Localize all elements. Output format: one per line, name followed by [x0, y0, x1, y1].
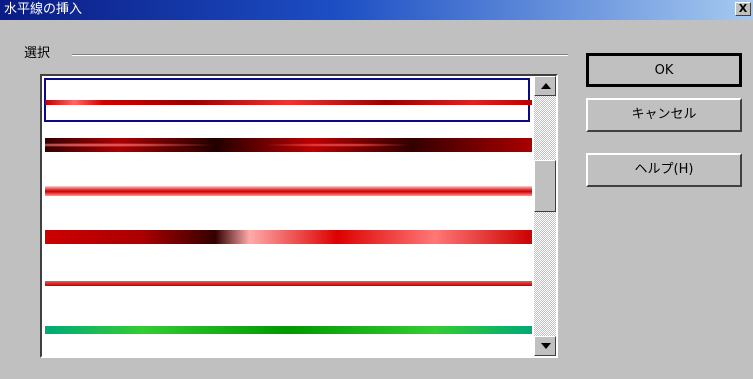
scrollbar-thumb[interactable]	[534, 160, 556, 212]
horizontal-line-list[interactable]	[40, 74, 558, 358]
vertical-scrollbar[interactable]	[534, 76, 556, 356]
list-item-pink-red-line[interactable]	[45, 186, 532, 196]
close-button[interactable]: X	[735, 2, 751, 16]
ok-button[interactable]: OK	[586, 53, 742, 87]
arrow-down-icon	[541, 343, 551, 349]
group-divider	[72, 54, 568, 56]
window-title: 水平線の挿入	[4, 2, 83, 17]
cancel-label: キャンセル	[631, 107, 697, 122]
list-item-red-gradient-line[interactable]	[45, 230, 532, 244]
list-item-green-line[interactable]	[45, 326, 532, 334]
help-button[interactable]: ヘルプ(H)	[586, 153, 742, 187]
list-item-thin-red-line[interactable]	[45, 281, 532, 286]
list-area[interactable]	[42, 76, 532, 356]
close-icon: X	[738, 2, 748, 15]
arrow-up-icon	[541, 83, 551, 89]
list-item-dark-red-line[interactable]	[45, 138, 532, 152]
group-label: 選択	[20, 46, 55, 62]
help-label: ヘルプ(H)	[634, 162, 694, 177]
cancel-button[interactable]: キャンセル	[586, 98, 742, 132]
scroll-down-button[interactable]	[534, 336, 556, 356]
title-bar: 水平線の挿入 X	[0, 0, 753, 20]
ok-label: OK	[654, 63, 674, 78]
scroll-up-button[interactable]	[534, 76, 556, 96]
list-item-red-line-1[interactable]	[45, 100, 532, 105]
